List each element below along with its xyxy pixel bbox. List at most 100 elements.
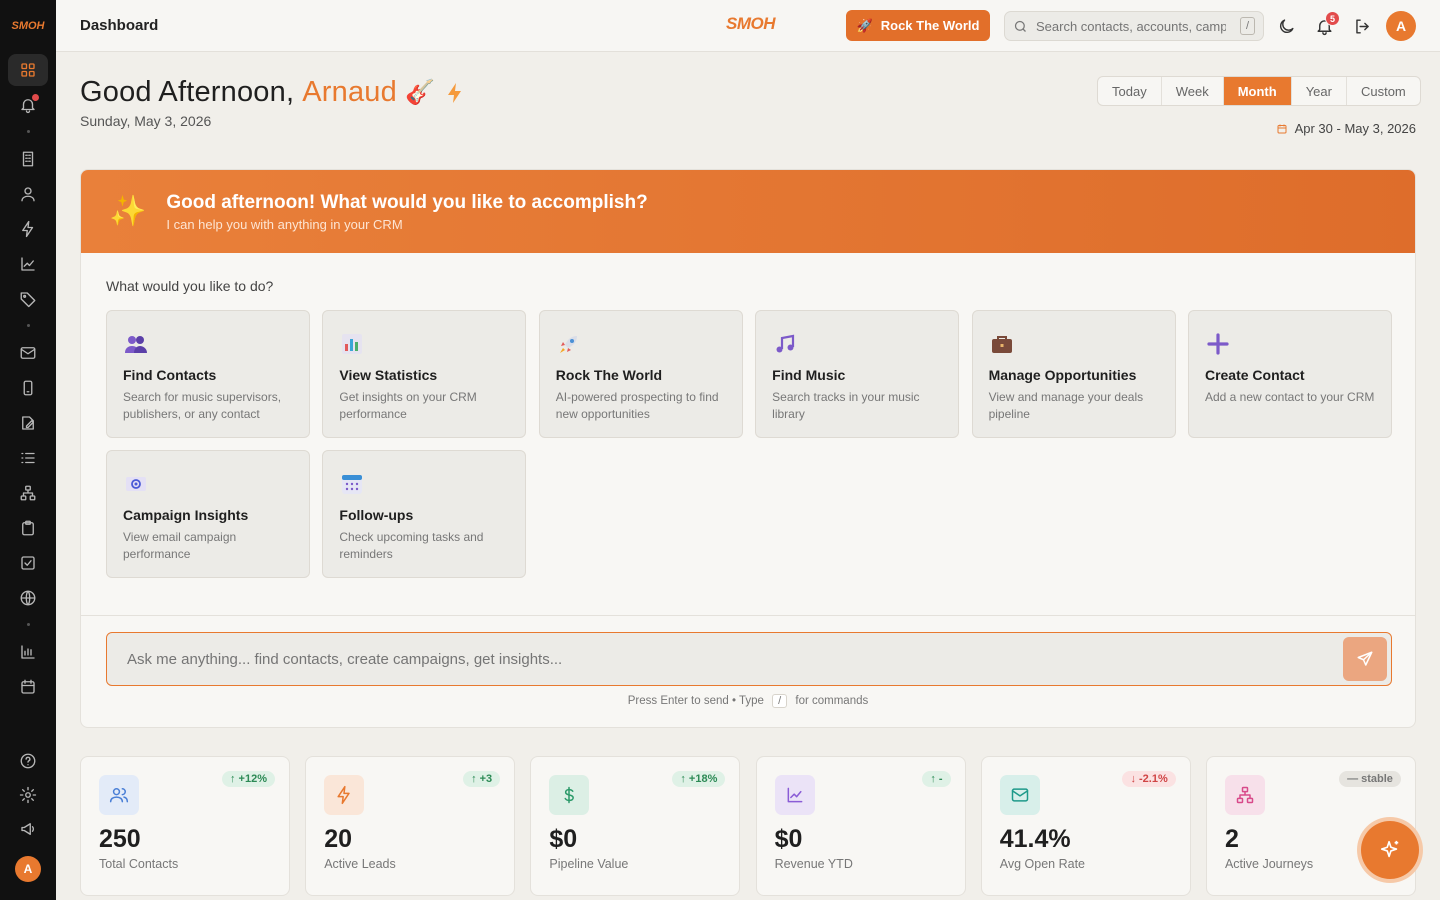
users-icon (99, 775, 139, 815)
sidebar-item-settings[interactable] (8, 779, 48, 811)
action-title: Create Contact (1204, 367, 1305, 383)
hint-key: / (772, 694, 788, 708)
quick-actions: Find Contacts Search for music supervisor… (106, 310, 1392, 578)
send-button[interactable] (1343, 637, 1387, 681)
action-manage-opportunities[interactable]: Manage Opportunities View and manage your… (971, 310, 1176, 438)
stat-card-avg-open-rate[interactable]: ↓ -2.1% 41.4% Avg Open Rate (980, 756, 1191, 896)
sidebar-item-bell[interactable] (8, 89, 48, 121)
logout-button[interactable] (1351, 15, 1373, 37)
sidebar-item-bar-chart[interactable] (8, 636, 48, 668)
greeting: Good Afternoon, Arnaud 🎸 Sunday, May 3, … (80, 76, 467, 129)
assistant-panel: ✨ Good afternoon! What would you like to… (80, 169, 1416, 728)
sidebar-item-grid[interactable] (8, 53, 48, 86)
sidebar-item-phone[interactable] (8, 372, 48, 404)
theme-toggle-button[interactable] (1275, 15, 1297, 37)
settings-icon (19, 786, 37, 804)
action-view-statistics[interactable]: View Statistics Get insights on your CRM … (322, 310, 527, 438)
sidebar-item-building[interactable] (8, 143, 48, 175)
logout-icon (1355, 18, 1369, 34)
stat-card-revenue-ytd[interactable]: ↑ - $0 Revenue YTD (755, 756, 966, 896)
assistant-question: What would you like to do? (106, 278, 274, 294)
search-input[interactable] (1036, 18, 1226, 34)
sparkle-icon (1380, 840, 1399, 858)
sidebar-logo[interactable]: SMOH (12, 0, 45, 52)
rock-the-world-label: Rock The World (880, 18, 980, 33)
sidebar-avatar[interactable]: A (15, 856, 41, 882)
action-follow-ups[interactable]: Follow-ups Check upcoming tasks and remin… (322, 450, 527, 578)
stat-value: $0 (774, 825, 803, 853)
assistant-title: Good afternoon! What would you like to a… (166, 191, 648, 213)
rock-the-world-button[interactable]: 🚀 Rock The World (846, 10, 990, 41)
hint-before: Press Enter to send • Type (627, 695, 764, 707)
sidebar-item-bolt[interactable] (8, 213, 48, 245)
sidebar-item-mail[interactable] (8, 337, 48, 369)
notifications-button[interactable]: 5 (1313, 11, 1340, 37)
assistant-input[interactable] (127, 650, 1307, 668)
hierarchy-icon (1224, 775, 1265, 815)
calendar-grid-icon (339, 471, 365, 497)
action-find-contacts[interactable]: Find Contacts Search for music supervisor… (106, 310, 310, 438)
input-hint: Press Enter to send • Type / for command… (81, 694, 1415, 708)
date-range-selector: Today Week Month Year Custom (1097, 76, 1421, 106)
action-find-music[interactable]: Find Music Search tracks in your music li… (755, 310, 960, 438)
sidebar-nav (8, 52, 48, 704)
action-campaign-insights[interactable]: Campaign Insights View email campaign per… (106, 450, 310, 578)
calendar-icon (1277, 124, 1287, 133)
sidebar-item-trend[interactable] (8, 248, 48, 280)
stat-label: Revenue YTD (774, 857, 853, 871)
action-title: View Statistics (339, 367, 438, 383)
stat-label: Total Contacts (99, 857, 179, 871)
trend-icon (21, 256, 35, 271)
range-custom[interactable]: Custom (1347, 77, 1420, 105)
topbar: Dashboard SMOH 🚀 Rock The World / 5 A (56, 0, 1440, 52)
bolt-icon (324, 775, 365, 815)
action-rock-the-world[interactable]: Rock The World AI-powered prospecting to … (538, 310, 743, 438)
action-create-contact[interactable]: Create Contact Add a new contact to your … (1187, 310, 1392, 438)
range-month[interactable]: Month (1223, 77, 1292, 105)
sidebar-item-tag[interactable] (8, 283, 48, 315)
stat-card-pipeline-value[interactable]: ↑ +18% $0 Pipeline Value (530, 756, 741, 896)
user-avatar[interactable]: A (1386, 11, 1416, 41)
send-icon (1357, 651, 1373, 666)
assistant-header: ✨ Good afternoon! What would you like to… (81, 170, 1415, 253)
sidebar-item-globe[interactable] (8, 582, 48, 614)
sidebar-item-megaphone[interactable] (8, 813, 48, 845)
date-range-text: Apr 30 - May 3, 2026 (1294, 121, 1416, 136)
sidebar-item-help[interactable] (8, 745, 48, 777)
stat-card-total-contacts[interactable]: ↑ +12% 250 Total Contacts (80, 756, 290, 896)
sidebar-item-edit[interactable] (8, 407, 48, 439)
action-title: Find Contacts (123, 367, 217, 383)
global-search[interactable]: / (1004, 11, 1264, 41)
user-icon (21, 186, 35, 201)
sidebar-item-clipboard[interactable] (8, 512, 48, 544)
range-year[interactable]: Year (1292, 77, 1347, 105)
moon-icon (1279, 18, 1294, 33)
brand-logo[interactable]: SMOH (726, 14, 776, 34)
date-range-display: Apr 30 - May 3, 2026 (1276, 121, 1416, 136)
sidebar-item-list[interactable] (8, 442, 48, 474)
sidebar-item-user[interactable] (8, 178, 48, 210)
stat-change: ↑ +18% (672, 771, 726, 787)
stat-change: — stable (1339, 771, 1401, 787)
briefcase-icon (989, 331, 1015, 357)
stat-card-active-leads[interactable]: ↑ +3 20 Active Leads (305, 756, 516, 896)
range-week[interactable]: Week (1162, 77, 1224, 105)
mail-icon (999, 775, 1040, 815)
greeting-name: Arnaud (302, 76, 397, 108)
dollar-icon (549, 775, 590, 815)
music-note-icon (772, 331, 798, 357)
sidebar-item-calendar[interactable] (8, 671, 48, 703)
sidebar-item-hierarchy[interactable] (8, 477, 48, 509)
range-today[interactable]: Today (1098, 77, 1162, 105)
action-title: Campaign Insights (123, 507, 249, 523)
action-description: Search tracks in your music library (772, 390, 920, 421)
greeting-prefix: Good Afternoon, (80, 76, 295, 108)
lightning-icon (448, 82, 462, 103)
grid-icon (21, 62, 35, 77)
rocket-icon: 🚀 (856, 17, 873, 33)
list-icon (21, 452, 35, 463)
stats-icon (339, 331, 365, 357)
stat-change: ↑ +12% (222, 771, 275, 787)
sidebar-item-check-square[interactable] (8, 547, 48, 579)
ai-assistant-fab[interactable] (1361, 821, 1419, 879)
